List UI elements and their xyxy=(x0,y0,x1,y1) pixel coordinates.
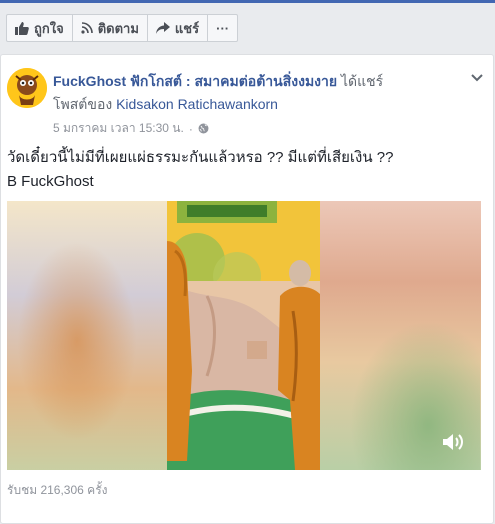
top-bar-edge xyxy=(0,0,495,3)
post-body-line1: วัดเดี๋ยวนี้ไม่มีที่เผยแผ่ธรรมะกันแล้วหร… xyxy=(7,149,394,166)
like-page-button[interactable]: ถูกใจ xyxy=(6,14,73,42)
post-meta: 5 มกราคม เวลา 15:30 น. · xyxy=(53,119,209,138)
original-author-link[interactable]: Kidsakon Ratichawankorn xyxy=(116,96,278,112)
post-timestamp[interactable]: 5 มกราคม เวลา 15:30 น. xyxy=(53,119,184,138)
post-header-line1: FuckGhost ฟักโกสต์ : สมาคมต่อต้านสิ่งงมง… xyxy=(53,71,383,93)
chevron-down-icon xyxy=(471,74,483,82)
share-label: แชร์ xyxy=(174,20,200,36)
video-player[interactable] xyxy=(7,201,481,470)
thumbs-up-icon xyxy=(15,21,29,35)
post-of-text: โพสต์ของ xyxy=(53,96,113,112)
speaker-icon xyxy=(443,434,463,450)
post-header-line2: โพสต์ของ Kidsakon Ratichawankorn xyxy=(53,94,278,116)
post-options-chevron[interactable] xyxy=(471,69,483,87)
ghost-logo-icon xyxy=(7,68,47,108)
post-body-line2: B FuckGhost xyxy=(7,173,94,190)
page-name-link[interactable]: FuckGhost ฟักโกสต์ : สมาคมต่อต้านสิ่งงมง… xyxy=(53,73,337,89)
meta-separator: · xyxy=(188,121,193,136)
post-card: FuckGhost ฟักโกสต์ : สมาคมต่อต้านสิ่งงมง… xyxy=(0,54,494,524)
follow-label: ติดตาม xyxy=(97,20,139,36)
like-label: ถูกใจ xyxy=(34,20,64,36)
page-action-bar: ถูกใจ ติดตาม แชร์ ··· xyxy=(6,14,239,42)
video-blur-right xyxy=(320,201,481,470)
video-frame xyxy=(167,201,320,470)
rss-icon xyxy=(81,22,93,34)
shared-text: ได้แชร์ xyxy=(340,73,384,89)
more-label: ··· xyxy=(216,20,230,36)
share-arrow-icon xyxy=(155,22,170,34)
more-options-button[interactable]: ··· xyxy=(207,14,239,42)
globe-icon[interactable] xyxy=(198,123,209,134)
sound-toggle[interactable] xyxy=(443,433,465,456)
follow-page-button[interactable]: ติดตาม xyxy=(71,14,148,42)
view-count: รับชม 216,306 ครั้ง xyxy=(7,483,108,497)
video-blur-left xyxy=(7,201,167,470)
page-avatar[interactable] xyxy=(7,68,47,108)
share-page-button[interactable]: แชร์ xyxy=(146,14,209,42)
video-still-image xyxy=(167,201,320,470)
